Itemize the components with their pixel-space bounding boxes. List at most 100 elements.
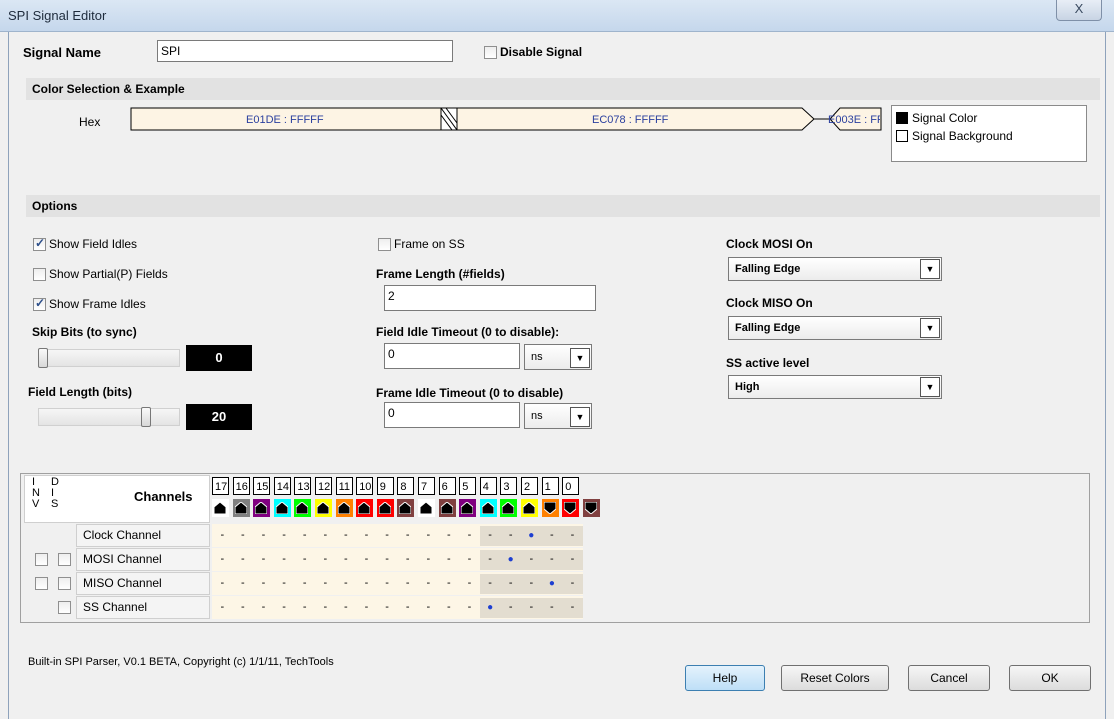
channel-cell[interactable]: -: [500, 526, 521, 546]
field-length-slider[interactable]: [38, 408, 180, 426]
show-frame-idles-checkbox[interactable]: [33, 296, 46, 311]
clock-mosi-select[interactable]: Falling Edge ▼: [728, 257, 942, 281]
chevron-down-icon[interactable]: ▼: [920, 318, 940, 338]
cancel-button[interactable]: Cancel: [908, 665, 990, 691]
channel-color-button[interactable]: [582, 499, 600, 517]
channel-cell[interactable]: -: [274, 574, 295, 594]
chevron-down-icon[interactable]: ▼: [570, 407, 590, 427]
channel-color-button[interactable]: [212, 499, 229, 517]
channel-cell[interactable]: -: [233, 550, 254, 570]
channel-cell[interactable]: -: [315, 574, 336, 594]
channel-cell[interactable]: -: [233, 526, 254, 546]
channel-cell[interactable]: -: [479, 574, 501, 594]
channel-cell[interactable]: -: [233, 598, 254, 618]
channel-cell[interactable]: -: [459, 550, 480, 570]
channel-color-button[interactable]: [315, 499, 332, 517]
channel-color-button[interactable]: [294, 499, 312, 517]
channel-cell[interactable]: -: [377, 598, 398, 618]
channel-cell[interactable]: -: [377, 574, 398, 594]
chevron-down-icon[interactable]: ▼: [570, 348, 590, 368]
channel-cell[interactable]: -: [541, 550, 563, 570]
chevron-down-icon[interactable]: ▼: [920, 259, 940, 279]
field-length-slider-thumb[interactable]: [140, 407, 151, 427]
channel-color-button[interactable]: [479, 499, 497, 517]
channel-cell[interactable]: -: [459, 598, 480, 618]
ss-level-select[interactable]: High ▼: [728, 375, 942, 399]
channel-cell[interactable]: -: [356, 526, 377, 546]
channel-cell[interactable]: -: [212, 550, 233, 570]
channel-color-button[interactable]: [397, 499, 415, 517]
channel-color-button[interactable]: [376, 499, 394, 517]
channel-cell[interactable]: -: [212, 574, 233, 594]
invert-checkbox[interactable]: [35, 577, 48, 590]
channel-color-button[interactable]: [541, 499, 559, 517]
channel-color-button[interactable]: [438, 499, 456, 517]
invert-checkbox[interactable]: [35, 553, 48, 566]
channel-cell[interactable]: -: [336, 550, 357, 570]
channel-cell[interactable]: -: [253, 550, 274, 570]
channel-color-button[interactable]: [253, 499, 271, 517]
channel-cell[interactable]: -: [377, 550, 398, 570]
chevron-down-icon[interactable]: ▼: [920, 377, 940, 397]
channel-cell[interactable]: -: [479, 526, 501, 546]
channel-cell[interactable]: -: [418, 550, 439, 570]
channel-cell[interactable]: -: [356, 550, 377, 570]
channel-cell[interactable]: -: [500, 574, 521, 594]
channel-color-button[interactable]: [562, 499, 580, 517]
channel-cell[interactable]: -: [418, 526, 439, 546]
channel-cell[interactable]: -: [439, 550, 460, 570]
channel-cell[interactable]: -: [562, 598, 583, 618]
channel-cell[interactable]: -: [521, 598, 542, 618]
frame-idle-timeout-input[interactable]: 0: [384, 402, 520, 428]
channel-color-button[interactable]: [500, 499, 518, 517]
frame-on-ss-checkbox[interactable]: [378, 238, 391, 251]
channel-cell[interactable]: -: [294, 550, 315, 570]
disable-checkbox[interactable]: [58, 553, 71, 566]
channel-cell-selected[interactable]: ●: [541, 574, 563, 594]
skip-bits-slider[interactable]: [38, 349, 180, 367]
channel-cell[interactable]: -: [356, 598, 377, 618]
channel-cell[interactable]: -: [315, 526, 336, 546]
disable-signal-checkbox[interactable]: [484, 46, 497, 59]
ok-button[interactable]: OK: [1009, 665, 1091, 691]
channel-cell[interactable]: -: [336, 574, 357, 594]
channel-cell[interactable]: -: [397, 574, 418, 594]
frame-length-input[interactable]: 2: [384, 285, 596, 311]
signal-name-input[interactable]: SPI: [157, 40, 453, 62]
disable-checkbox[interactable]: [58, 577, 71, 590]
channel-cell[interactable]: -: [356, 574, 377, 594]
clock-miso-select[interactable]: Falling Edge ▼: [728, 316, 942, 340]
help-button[interactable]: Help: [685, 665, 765, 691]
channel-cell[interactable]: -: [397, 598, 418, 618]
channel-cell[interactable]: -: [479, 550, 501, 570]
channel-cell[interactable]: -: [500, 598, 521, 618]
field-idle-timeout-input[interactable]: 0: [384, 343, 520, 369]
close-button[interactable]: X: [1056, 0, 1102, 21]
channel-cell[interactable]: -: [521, 574, 542, 594]
channel-cell-selected[interactable]: ●: [521, 526, 542, 546]
channel-cell[interactable]: -: [541, 526, 563, 546]
channel-cell[interactable]: -: [274, 598, 295, 618]
channel-cell-selected[interactable]: ●: [500, 550, 521, 570]
channel-cell[interactable]: -: [418, 598, 439, 618]
channel-cell-selected[interactable]: ●: [479, 598, 501, 618]
channel-cell[interactable]: -: [212, 526, 233, 546]
channel-cell[interactable]: -: [294, 574, 315, 594]
channel-cell[interactable]: -: [336, 526, 357, 546]
channel-cell[interactable]: -: [562, 550, 583, 570]
channel-cell[interactable]: -: [439, 526, 460, 546]
channel-cell[interactable]: -: [418, 574, 439, 594]
channel-cell[interactable]: -: [212, 598, 233, 618]
channel-cell[interactable]: -: [459, 574, 480, 594]
show-field-idles-checkbox[interactable]: [33, 236, 46, 251]
channel-cell[interactable]: -: [294, 598, 315, 618]
channel-cell[interactable]: -: [315, 550, 336, 570]
channel-cell[interactable]: -: [274, 550, 295, 570]
channel-cell[interactable]: -: [377, 526, 398, 546]
channel-cell[interactable]: -: [459, 526, 480, 546]
channel-cell[interactable]: -: [315, 598, 336, 618]
channel-cell[interactable]: -: [336, 598, 357, 618]
channel-color-button[interactable]: [356, 499, 374, 517]
channel-cell[interactable]: -: [541, 598, 563, 618]
channel-cell[interactable]: -: [253, 526, 274, 546]
